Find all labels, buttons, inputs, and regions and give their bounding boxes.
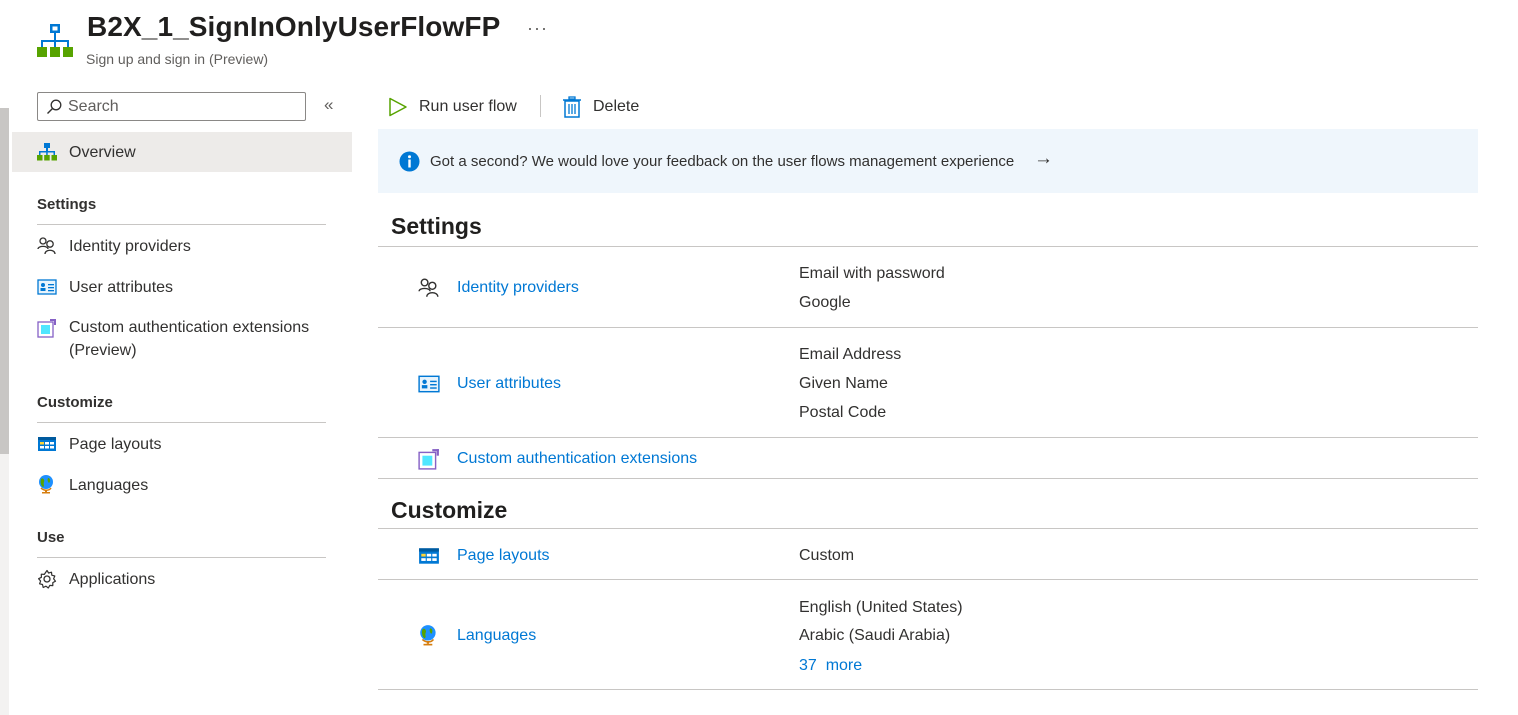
run-user-flow-button[interactable]: Run user flow: [388, 93, 528, 121]
sidebar-item-languages[interactable]: Languages: [12, 466, 352, 506]
divider: [37, 557, 326, 558]
user-attributes-link[interactable]: User attributes: [457, 375, 561, 393]
divider: [37, 422, 326, 423]
sidebar-item-identity-providers[interactable]: Identity providers: [12, 227, 352, 267]
collapse-sidebar-button[interactable]: «: [324, 95, 333, 115]
page-layouts-link[interactable]: Page layouts: [457, 547, 550, 565]
sidebar-item-label: Page layouts: [69, 436, 162, 453]
divider: [378, 478, 1478, 479]
sidebar-item-page-layouts[interactable]: Page layouts: [12, 425, 352, 465]
identity-providers-link[interactable]: Identity providers: [457, 279, 579, 297]
sidebar-item-applications[interactable]: Applications: [12, 560, 352, 600]
globe-icon: [39, 475, 53, 494]
identity-providers-icon: [418, 278, 439, 297]
user-flow-icon: [37, 24, 73, 57]
sidebar-item-user-attributes[interactable]: User attributes: [12, 268, 352, 308]
left-scroll-edge: [0, 108, 9, 454]
divider: [378, 579, 1478, 580]
search-icon: [47, 99, 62, 114]
arrow-right-icon[interactable]: →: [1034, 148, 1053, 170]
page-layout-value: Custom: [799, 547, 855, 564]
user-attribute-value: Postal Code: [799, 404, 887, 421]
language-value: Arabic (Saudi Arabia): [799, 627, 951, 644]
identity-provider-value: Google: [799, 294, 851, 311]
divider: [378, 437, 1478, 438]
user-attribute-value: Email Address: [799, 346, 902, 363]
delete-button[interactable]: Delete: [562, 93, 652, 121]
sidebar-item-label: Applications: [69, 571, 156, 588]
play-icon: [389, 97, 407, 117]
sidebar-section-customize: Customize: [37, 394, 113, 411]
divider: [378, 327, 1478, 328]
search-input[interactable]: [68, 96, 298, 117]
page-subtitle: Sign up and sign in (Preview): [86, 51, 269, 67]
feedback-banner[interactable]: Got a second? We would love your feedbac…: [378, 129, 1478, 193]
sidebar-item-custom-authentication-extensions[interactable]: Custom authentication extensions (Previe…: [12, 308, 352, 364]
divider: [378, 528, 1478, 529]
feedback-banner-text: Got a second? We would love your feedbac…: [430, 153, 1015, 170]
languages-link[interactable]: Languages: [457, 627, 536, 645]
globe-icon: [420, 625, 436, 646]
language-value: English (United States): [799, 599, 963, 616]
user-flow-icon: [37, 143, 57, 161]
more-actions-button[interactable]: ···: [527, 18, 548, 39]
user-attribute-value: Given Name: [799, 375, 888, 392]
left-scroll-track: [0, 454, 9, 715]
sidebar-section-settings: Settings: [37, 196, 97, 213]
trash-icon: [563, 96, 581, 118]
sidebar-item-label-suffix: (Preview): [69, 342, 137, 359]
languages-more-link[interactable]: 37 more: [799, 657, 862, 675]
custom-auth-extensions-link[interactable]: Custom authentication extensions: [457, 450, 697, 468]
custom-auth-extensions-icon: [418, 449, 439, 470]
toolbar-separator: [540, 95, 541, 117]
sidebar-item-label: Languages: [69, 477, 149, 494]
page-layouts-icon: [419, 548, 439, 564]
sidebar-item-label: Overview: [69, 144, 136, 161]
page-title: B2X_1_SignInOnlyUserFlowFP: [87, 11, 501, 42]
page-layouts-icon: [38, 437, 56, 451]
custom-auth-extensions-icon: [37, 319, 56, 338]
divider: [378, 689, 1478, 690]
gear-icon: [38, 569, 57, 589]
user-attributes-icon: [418, 375, 440, 393]
divider: [378, 246, 1478, 247]
search-box[interactable]: [37, 92, 306, 121]
sidebar-item-label: User attributes: [69, 279, 174, 296]
settings-section-title: Settings: [391, 213, 482, 239]
identity-provider-value: Email with password: [799, 265, 945, 282]
user-attributes-icon: [37, 279, 57, 295]
sidebar-item-label: Identity providers: [69, 238, 191, 255]
info-icon: [399, 151, 420, 172]
delete-label: Delete: [593, 98, 640, 115]
run-user-flow-label: Run user flow: [419, 98, 517, 115]
sidebar-item-overview[interactable]: Overview: [12, 132, 352, 172]
sidebar-item-label: Custom authentication extensions: [69, 319, 310, 336]
customize-section-title: Customize: [391, 497, 508, 523]
identity-providers-icon: [37, 237, 56, 255]
divider: [37, 224, 326, 225]
sidebar-section-use: Use: [37, 529, 65, 546]
